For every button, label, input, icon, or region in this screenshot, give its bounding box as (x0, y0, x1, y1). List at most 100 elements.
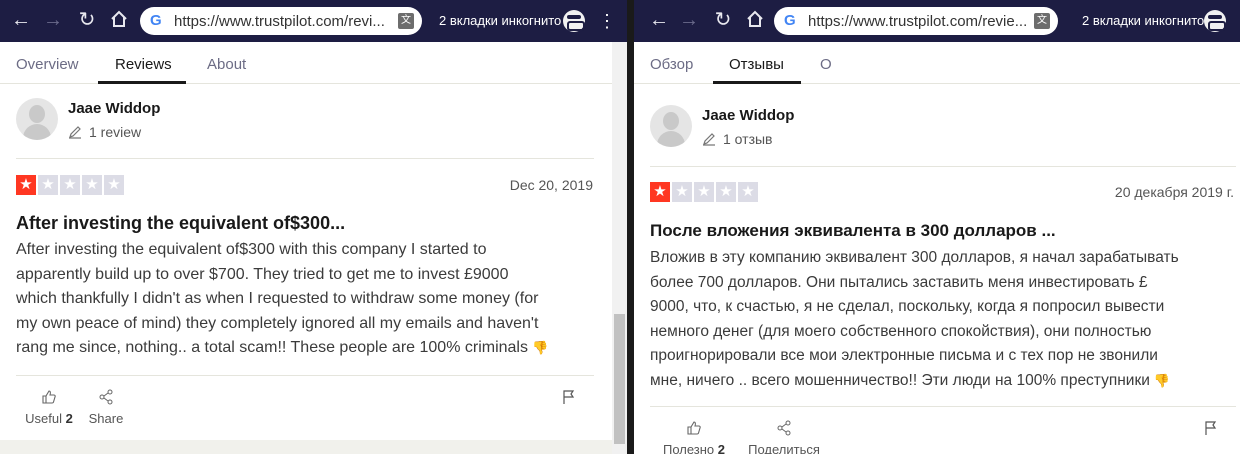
review-line: rang me since, nothing.. a total scam!! … (16, 339, 528, 356)
review-line-last: rang me since, nothing.. a total scam!! … (16, 336, 612, 361)
tab-overview[interactable]: Overview (16, 56, 79, 73)
star-icon: ★ (672, 182, 692, 202)
active-tab-indicator (98, 81, 186, 84)
address-bar[interactable]: G https://www.trustpilot.com/revie... 文 (774, 7, 1058, 35)
divider (650, 166, 1236, 167)
tab-reviews[interactable]: Отзывы (729, 56, 784, 73)
review-line: проигнорировали все мои электронные пись… (650, 347, 1158, 364)
review-line: my own peace of mind) they completely ig… (16, 314, 539, 332)
incognito-icon[interactable] (1204, 10, 1226, 32)
pencil-icon (703, 133, 715, 146)
url-text: https://www.trustpilot.com/revi... (174, 13, 385, 30)
tab-about[interactable]: О (820, 56, 832, 73)
reload-icon[interactable]: ↻ (712, 9, 734, 31)
review-line: более 700 долларов. Они пытались застави… (650, 273, 1148, 291)
star-icon: ★ (716, 182, 736, 202)
review-date: 20 декабря 2019 г. (1114, 184, 1234, 200)
incognito-icon[interactable] (563, 10, 585, 32)
google-icon: G (784, 12, 796, 29)
back-arrow-icon[interactable]: ← (10, 9, 32, 31)
review-line: apparently build up to over $700. They t… (16, 265, 509, 283)
url-text: https://www.trustpilot.com/revie... (808, 13, 1028, 30)
star-icon: ★ (650, 182, 670, 202)
divider (650, 406, 1236, 407)
useful-count: 2 (65, 411, 73, 426)
flag-icon[interactable] (562, 389, 576, 405)
review-line: 9000, что, к счастью, я не сделал, поско… (650, 298, 1165, 315)
thumb-down-icon: 👎 (531, 340, 549, 355)
google-icon: G (150, 12, 162, 29)
star-icon: ★ (38, 175, 58, 195)
company-tabs: Overview Reviews About (0, 42, 627, 84)
star-rating: ★ ★ ★ ★ ★ (650, 182, 758, 202)
avatar[interactable] (650, 105, 692, 147)
review-line: мне, ничего .. всего мошенничество!! Эти… (650, 371, 1150, 389)
active-tab-indicator (713, 81, 801, 84)
star-icon: ★ (738, 182, 758, 202)
translate-icon[interactable]: 文 (1034, 13, 1050, 29)
flag-icon[interactable] (1204, 420, 1218, 436)
share-button[interactable]: Share (86, 389, 126, 426)
review-title[interactable]: After investing the equivalent of$300... (16, 213, 345, 234)
window-divider (627, 0, 634, 454)
star-icon: ★ (694, 182, 714, 202)
share-icon (777, 420, 791, 436)
company-tabs: Обзор Отзывы О (634, 42, 1240, 84)
reviewer-name[interactable]: Jaae Widdop (702, 107, 794, 124)
thumbs-up-icon (687, 421, 701, 435)
divider (16, 375, 594, 376)
useful-count: 2 (717, 442, 726, 454)
home-icon[interactable] (108, 9, 130, 31)
address-bar[interactable]: G https://www.trustpilot.com/revi... 文 (140, 7, 422, 35)
share-label: Поделиться (748, 442, 820, 454)
tab-overview[interactable]: Обзор (650, 56, 693, 73)
back-arrow-icon[interactable]: ← (648, 9, 670, 31)
forward-arrow-icon[interactable]: → (678, 9, 700, 31)
avatar[interactable] (16, 98, 58, 140)
star-icon: ★ (16, 175, 36, 195)
review-body: Вложив в эту компанию эквивалент 300 дол… (650, 246, 1238, 393)
tab-reviews[interactable]: Reviews (115, 56, 172, 73)
tab-about[interactable]: About (207, 56, 246, 73)
browser-toolbar: ← → ↻ G https://www.trustpilot.com/revi.… (0, 0, 627, 42)
translate-icon[interactable]: 文 (398, 13, 414, 29)
incognito-label[interactable]: 2 вкладки инкогнито (1082, 13, 1204, 28)
reload-icon[interactable]: ↻ (76, 9, 98, 31)
review-line-last: мне, ничего .. всего мошенничество!! Эти… (650, 369, 1238, 394)
reviewer-name[interactable]: Jaae Widdop (68, 100, 160, 117)
share-button[interactable]: Поделиться (744, 420, 824, 454)
review-title[interactable]: После вложения эквивалента в 300 долларо… (650, 221, 1056, 241)
review-date: Dec 20, 2019 (509, 177, 593, 193)
review-count: 1 review (89, 124, 142, 140)
thumb-down-icon: 👎 (1153, 372, 1171, 388)
browser-toolbar: ← → ↻ G https://www.trustpilot.com/revie… (634, 0, 1240, 42)
forward-arrow-icon[interactable]: → (42, 9, 64, 31)
pencil-icon (69, 126, 81, 139)
menu-icon[interactable]: ⋮ (598, 10, 616, 32)
thumbs-up-icon (42, 390, 56, 404)
home-icon[interactable] (744, 9, 766, 31)
incognito-label[interactable]: 2 вкладки инкогнито (439, 13, 561, 28)
star-icon: ★ (60, 175, 80, 195)
page-background (0, 440, 612, 454)
share-icon (99, 389, 113, 405)
review-line: немного денег (для моего собственного сп… (650, 322, 1152, 340)
review-line: which thankfully I didn't as when I requ… (16, 290, 539, 307)
scrollbar-thumb[interactable] (614, 314, 625, 444)
star-rating: ★ ★ ★ ★ ★ (16, 175, 124, 195)
useful-button[interactable]: Useful 2 (24, 389, 74, 426)
useful-label: Полезно (662, 442, 715, 454)
useful-label: Useful (25, 411, 62, 426)
browser-window-left: ← → ↻ G https://www.trustpilot.com/revi.… (0, 0, 627, 454)
divider (16, 158, 594, 159)
share-label: Share (88, 411, 124, 426)
review-line: Вложив в эту компанию эквивалент 300 дол… (650, 249, 1179, 266)
browser-window-right: ← → ↻ G https://www.trustpilot.com/revie… (634, 0, 1240, 454)
review-count: 1 отзыв (723, 131, 773, 147)
review-body: After investing the equivalent of$300 wi… (16, 238, 612, 361)
star-icon: ★ (104, 175, 124, 195)
useful-button[interactable]: Полезно 2 (660, 420, 728, 454)
scrollbar[interactable] (612, 42, 627, 454)
star-icon: ★ (82, 175, 102, 195)
review-line: After investing the equivalent of$300 wi… (16, 241, 487, 258)
